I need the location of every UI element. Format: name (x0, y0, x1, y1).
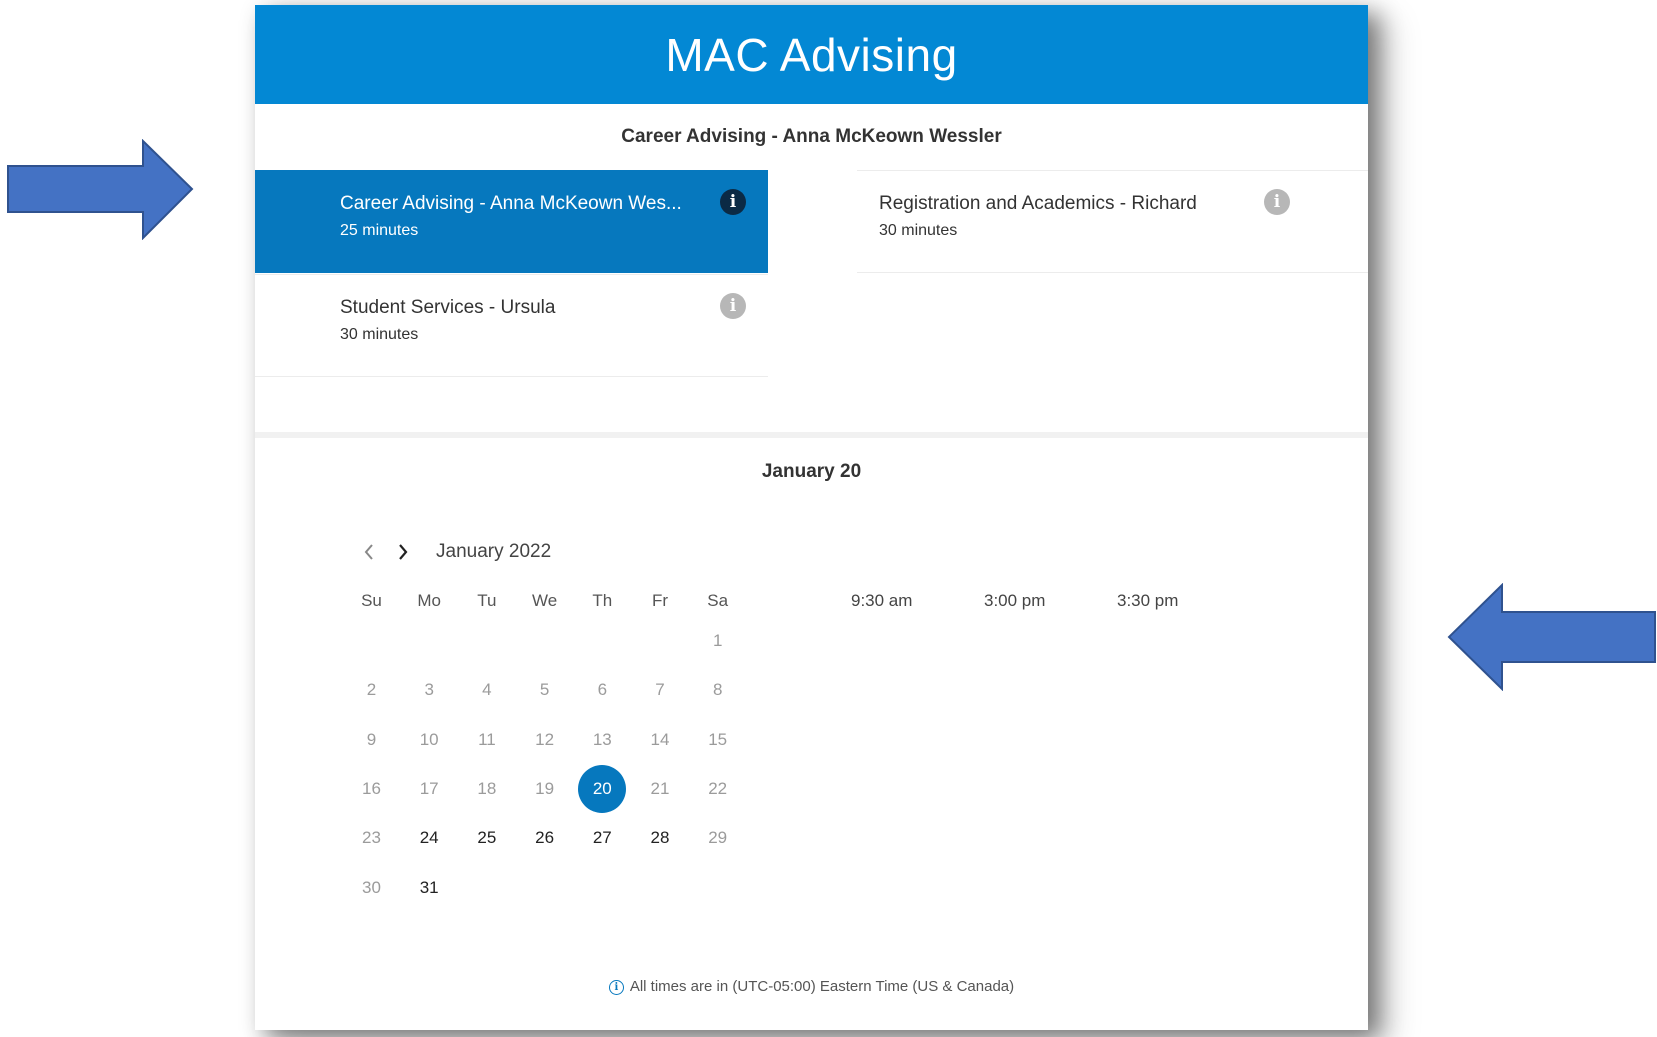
calendar-day: 9 (366, 729, 377, 749)
calendar-day: 19 (535, 778, 555, 798)
service-duration: 25 minutes (340, 222, 419, 239)
booking-card: MAC Advising Career Advising - Anna McKe… (255, 5, 1368, 1030)
calendar-day: 21 (650, 778, 670, 798)
info-icon[interactable]: i (720, 293, 746, 319)
selected-date-heading: January 20 (761, 461, 862, 482)
service-name: Career Advising - Anna McKeown Wes... (340, 193, 682, 214)
arrow-left-icon (1447, 583, 1656, 691)
page-title: MAC Advising (665, 28, 958, 81)
time-slot[interactable]: 9:30 am (851, 591, 912, 611)
service-duration: 30 minutes (879, 222, 958, 239)
calendar-day: 10 (419, 729, 439, 749)
selected-service-heading: Career Advising - Anna McKeown Wessler (621, 126, 1002, 147)
calendar-day: 17 (419, 778, 439, 798)
weekday-label: Fr (651, 591, 669, 610)
weekday-label: Sa (707, 591, 729, 610)
calendar-day[interactable]: 27 (572, 812, 633, 864)
service-item[interactable]: Career Advising - Anna McKeown Wes... 25… (255, 170, 768, 273)
service-duration: 30 minutes (340, 326, 419, 343)
calendar-navigation: January 2022 (352, 537, 551, 567)
calendar-day: 15 (708, 729, 728, 749)
calendar-day: 16 (362, 778, 381, 798)
service-name: Registration and Academics - Richard (879, 193, 1197, 214)
service-list: Career Advising - Anna McKeown Wes... 25… (255, 170, 1368, 438)
calendar-day: 18 (477, 778, 497, 798)
calendar-day: 30 (362, 877, 381, 897)
calendar-day[interactable]: 24 (399, 812, 460, 864)
time-slot[interactable]: 3:00 pm (984, 591, 1045, 611)
timezone-note: i All times are in (UTC-05:00) Eastern Ti… (255, 978, 1368, 995)
calendar-day: 11 (478, 729, 496, 749)
info-icon[interactable]: i (1264, 189, 1290, 215)
calendar-day: 23 (362, 828, 381, 848)
calendar-day: 2 (366, 680, 377, 700)
calendar-day: 5 (539, 680, 550, 700)
chevron-right-icon[interactable] (386, 537, 420, 567)
calendar-day-selected[interactable]: 20 (572, 763, 633, 815)
arrow-right-icon (7, 139, 194, 240)
calendar-day[interactable]: 25 (456, 812, 517, 864)
time-slot[interactable]: 3:30 pm (1117, 591, 1178, 611)
service-name: Student Services - Ursula (340, 297, 556, 318)
calendar-day[interactable]: 26 (514, 812, 575, 864)
service-item[interactable]: Student Services - Ursula 30 minutes i (255, 274, 768, 377)
calendar-month-label: January 2022 (436, 541, 552, 562)
page-header: MAC Advising (255, 5, 1368, 104)
calendar-day: 29 (708, 828, 728, 848)
calendar-day: 6 (597, 680, 608, 700)
calendar-day: 14 (650, 729, 670, 749)
calendar-day[interactable]: 28 (630, 812, 691, 864)
calendar-day: 22 (708, 778, 728, 798)
calendar-day: 1 (712, 631, 723, 650)
info-icon[interactable]: i (720, 189, 746, 215)
calendar-day: 13 (592, 729, 612, 749)
calendar-day: 12 (535, 729, 555, 749)
service-item[interactable]: Registration and Academics - Richard 30 … (857, 170, 1368, 273)
calendar-day: 7 (655, 680, 665, 700)
weekday-label: We (531, 591, 558, 610)
weekday-label: Su (361, 591, 382, 610)
chevron-left-icon[interactable] (352, 537, 386, 567)
weekday-label: Th (592, 591, 613, 610)
calendar-day: 4 (482, 680, 492, 700)
weekday-label: Tu (477, 591, 497, 610)
timezone-text: All times are in (UTC-05:00) Eastern Tim… (629, 978, 1015, 995)
calendar-day: 8 (712, 680, 723, 700)
info-icon: i (608, 979, 624, 995)
weekday-label: Mo (417, 591, 441, 610)
calendar-day[interactable]: 31 (399, 862, 460, 914)
calendar-day: 3 (424, 680, 434, 700)
